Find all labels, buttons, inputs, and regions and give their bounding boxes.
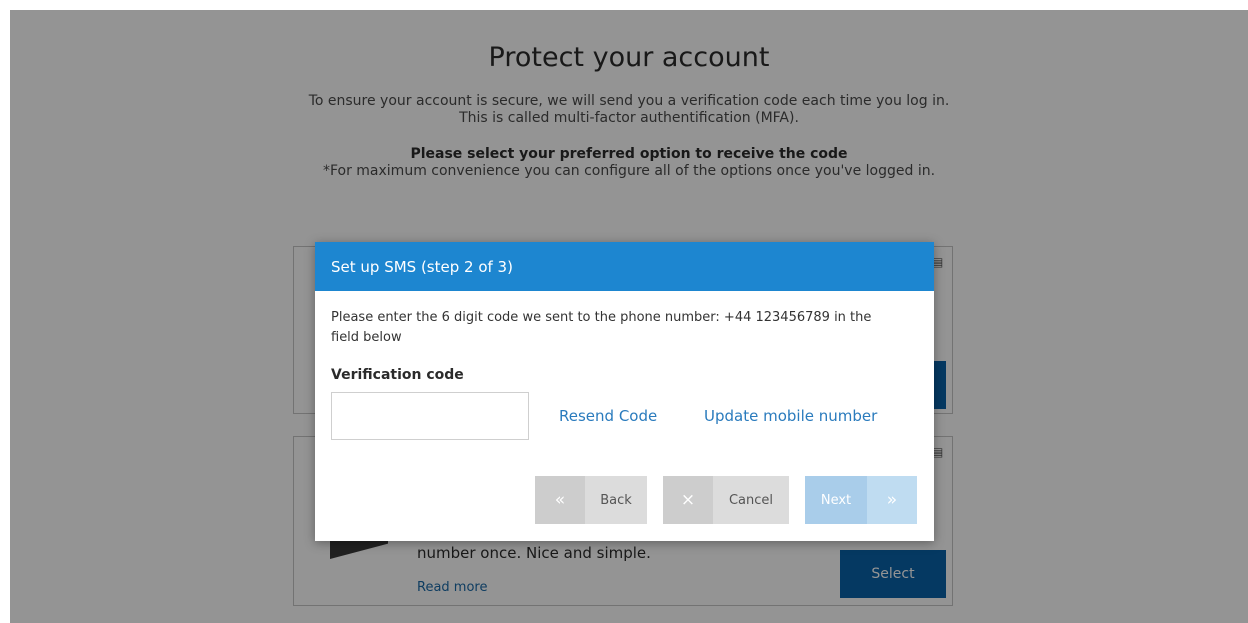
dialog-message: Please enter the 6 digit code we sent to… [331,310,872,345]
double-chevron-right-icon: » [867,476,917,524]
mfa-page: Protect your account To ensure your acco… [10,10,1248,623]
dialog-title: Set up SMS (step 2 of 3) [331,257,513,276]
update-mobile-link[interactable]: Update mobile number [704,407,877,425]
double-chevron-left-icon: « [535,476,585,524]
back-button-label: Back [600,492,632,508]
verification-code-label: Verification code [331,367,464,383]
cancel-button[interactable]: × Cancel [663,476,789,524]
close-icon: × [663,476,713,524]
dialog-header: Set up SMS (step 2 of 3) [315,242,934,291]
verification-code-input[interactable] [331,392,529,440]
resend-code-link[interactable]: Resend Code [559,407,657,425]
sms-setup-dialog: Set up SMS (step 2 of 3) Please enter th… [315,242,934,541]
next-button[interactable]: Next » [805,476,917,524]
next-button-label: Next [805,476,867,524]
back-button[interactable]: « Back [535,476,647,524]
cancel-button-label: Cancel [728,492,774,508]
